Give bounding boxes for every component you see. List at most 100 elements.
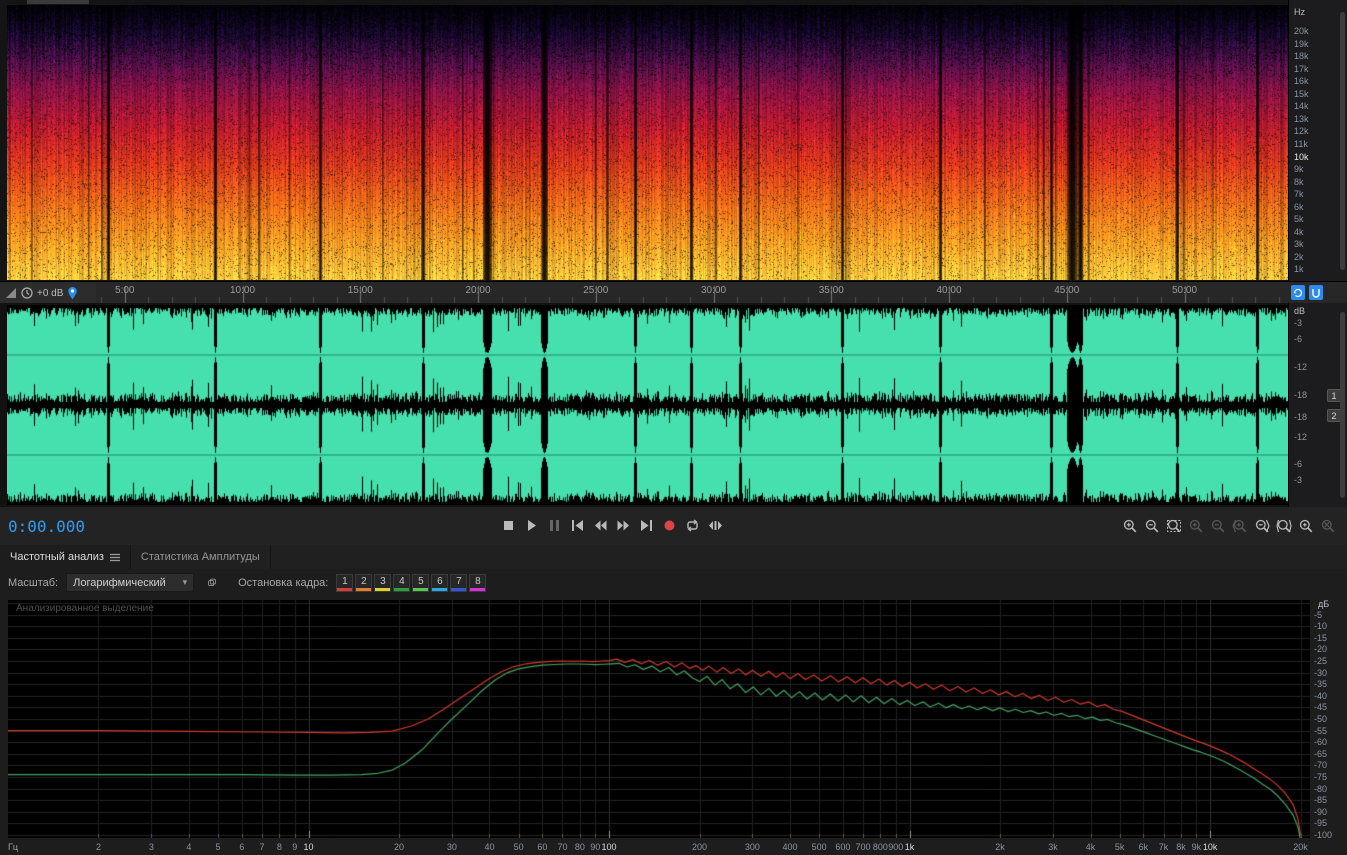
plot-x-tick-label: 30 (447, 842, 457, 852)
timeline-tick-label: 30:00 (701, 285, 726, 296)
spectrogram-display[interactable] (7, 5, 1288, 280)
plot-y-tick-label: -95 (1314, 818, 1342, 828)
play-icon[interactable] (521, 516, 541, 535)
frequency-analysis-panel: Анализированное выделение дБ Гц 23456789… (0, 596, 1347, 855)
plot-x-tick-label: 5 (216, 842, 221, 852)
plot-x-tick-label: 6 (239, 842, 244, 852)
plot-y-tick-label: -70 (1314, 760, 1342, 770)
hold-button-3[interactable]: 3 (374, 574, 391, 592)
tab-amplitude-statistics[interactable]: Статистика Амплитуды (131, 545, 271, 569)
frequency-analysis-plot[interactable] (8, 600, 1310, 838)
zoom-in-point-icon[interactable] (1230, 516, 1249, 535)
frequency-axis-title: Hz (1294, 7, 1305, 17)
channel-button-2[interactable]: 2 (1327, 409, 1341, 422)
hold-button-label: 8 (475, 576, 481, 587)
fast-forward-icon[interactable] (613, 516, 633, 535)
plot-y-tick-label: -90 (1314, 807, 1342, 817)
pin-icon[interactable] (67, 286, 78, 300)
shuttle-icon[interactable] (705, 516, 725, 535)
plot-x-tick-label: 6k (1139, 842, 1149, 852)
rewind-icon[interactable] (590, 516, 610, 535)
record-icon[interactable] (659, 516, 679, 535)
plot-y-tick-label: -15 (1314, 633, 1342, 643)
hold-buttons: 12345678 (336, 574, 486, 592)
plot-x-tick-label: 7k (1159, 842, 1169, 852)
level-scale-icon[interactable] (5, 287, 17, 299)
zoom-selection-icon[interactable] (1164, 516, 1183, 535)
zoom-out-point-icon[interactable] (1252, 516, 1271, 535)
scale-dropdown[interactable]: Логарифмический ▾ (66, 573, 194, 592)
plot-x-tick-label: 5k (1115, 842, 1125, 852)
hold-button-8[interactable]: 8 (469, 574, 486, 592)
plot-x-tick-label: 3 (149, 842, 154, 852)
hold-button-5[interactable]: 5 (412, 574, 429, 592)
waveform-scrollbar[interactable] (1340, 312, 1345, 498)
plot-y-axis-title: дБ (1318, 599, 1329, 609)
timeline-tick-label: 45:00 (1054, 285, 1079, 296)
hold-button-color-swatch (451, 588, 466, 591)
plot-x-tick-label: 90 (590, 842, 600, 852)
plot-y-tick-label: -80 (1314, 784, 1342, 794)
skip-back-icon[interactable] (567, 516, 587, 535)
plot-x-tick-label: 700 (856, 842, 871, 852)
snap-toggle-icon[interactable] (1309, 285, 1323, 300)
copy-graph-button[interactable] (202, 573, 222, 592)
zoom-in-icon[interactable] (1120, 516, 1139, 535)
freq-axis-label: 18k (1294, 51, 1309, 61)
panel-tabs-bar: Частотный анализ Статистика Амплитуды (0, 545, 1347, 570)
freq-axis-label: 17k (1294, 64, 1309, 74)
plot-x-tick-label: 8k (1176, 842, 1186, 852)
plot-x-tick-label: 300 (745, 842, 760, 852)
tab-frequency-analysis[interactable]: Частотный анализ (0, 545, 131, 569)
amplitude-axis-label: -12 (1294, 432, 1307, 442)
gain-readout[interactable]: +0 dB (37, 288, 63, 299)
auto-scroll-toggle-icon[interactable] (1291, 285, 1305, 300)
plot-y-tick-label: -50 (1314, 714, 1342, 724)
timeline-ruler[interactable]: +0 dB 5:0010:0015:0020:0025:0030:0035:00… (0, 281, 1347, 305)
transport-buttons (498, 516, 725, 535)
freq-axis-label: 1k (1294, 264, 1304, 274)
timeline-tick-label: 40:00 (936, 285, 961, 296)
zoom-full-icon[interactable] (1296, 516, 1315, 535)
tab-amplitude-statistics-label: Статистика Амплитуды (141, 551, 260, 563)
hold-button-1[interactable]: 1 (336, 574, 353, 592)
frequency-axis: Hz 20k19k18k17k16k15k14k13k12k11k10k9k8k… (1288, 0, 1347, 281)
timeline-tick-label: 10:00 (230, 285, 255, 296)
zoom-to-selection-icon[interactable] (1274, 516, 1293, 535)
amplitude-axis-label: -6 (1294, 334, 1302, 344)
channel-button-1[interactable]: 1 (1327, 389, 1341, 402)
tab-frequency-analysis-label: Частотный анализ (10, 551, 104, 563)
hold-button-7[interactable]: 7 (450, 574, 467, 592)
hold-button-2[interactable]: 2 (355, 574, 372, 592)
clock-icon[interactable] (21, 287, 33, 299)
hold-button-4[interactable]: 4 (393, 574, 410, 592)
hold-button-color-swatch (337, 588, 352, 591)
window-chrome-fragment (27, 0, 89, 4)
waveform-display[interactable] (7, 305, 1288, 505)
panel-menu-icon[interactable] (110, 553, 120, 562)
timeline-tick-label: 35:00 (819, 285, 844, 296)
zoom-out-icon[interactable] (1142, 516, 1161, 535)
timeline-tick-label: 25:00 (583, 285, 608, 296)
time-display[interactable]: 0:00.000 (8, 517, 85, 536)
freq-axis-label: 10k (1294, 152, 1309, 162)
plot-x-tick-label: 9k (1192, 842, 1202, 852)
hold-button-6[interactable]: 6 (431, 574, 448, 592)
loop-icon[interactable] (682, 516, 702, 535)
amplitude-axis-label: -3 (1294, 318, 1302, 328)
stop-icon[interactable] (498, 516, 518, 535)
amplitude-axis: dB -3-6-12-18-18-12-6-312 (1288, 303, 1347, 507)
freq-axis-label: 13k (1294, 114, 1309, 124)
zoom-out-amplitude-icon[interactable] (1208, 516, 1227, 535)
hold-button-label: 3 (380, 576, 386, 587)
freq-axis-label: 8k (1294, 177, 1304, 187)
pause-icon[interactable] (544, 516, 564, 535)
reset-zoom-icon[interactable] (1318, 516, 1337, 535)
zoom-in-amplitude-icon[interactable] (1186, 516, 1205, 535)
plot-x-tick-label: 8 (277, 842, 282, 852)
analyzed-selection-label: Анализированное выделение (16, 603, 154, 614)
plot-y-tick-label: -45 (1314, 702, 1342, 712)
spectral-scrollbar[interactable] (1340, 12, 1345, 270)
skip-forward-icon[interactable] (636, 516, 656, 535)
plot-x-tick-label: 40 (484, 842, 494, 852)
